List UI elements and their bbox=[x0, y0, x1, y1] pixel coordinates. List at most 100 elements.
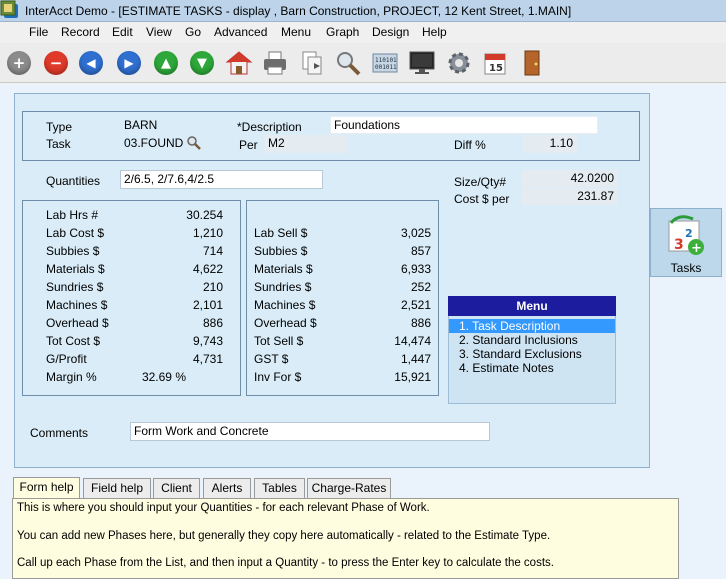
tasks-label: Tasks bbox=[670, 261, 702, 275]
title-bar: InterAcct Demo - [ESTIMATE TASKS - displ… bbox=[0, 0, 726, 22]
home-icon[interactable] bbox=[223, 47, 255, 79]
menu-bar bbox=[0, 22, 726, 42]
cost-label: Materials $ bbox=[46, 262, 105, 276]
menu-design[interactable]: Design bbox=[372, 25, 409, 39]
sell-value: 14,474 bbox=[394, 334, 431, 348]
task-label: Task bbox=[46, 137, 71, 151]
monitor-icon[interactable] bbox=[406, 47, 438, 79]
tab-form-help[interactable]: Form help bbox=[13, 477, 80, 499]
sell-label: Sundries $ bbox=[254, 280, 312, 294]
cost-label: Margin % bbox=[46, 370, 97, 384]
cost-label: Subbies $ bbox=[46, 244, 100, 258]
svg-text:2: 2 bbox=[685, 227, 693, 240]
cost-label: Lab Cost $ bbox=[46, 226, 105, 240]
cost-label: Sundries $ bbox=[46, 280, 104, 294]
binary-icon[interactable]: 110101 001011 bbox=[369, 47, 401, 79]
per-label: Per bbox=[239, 138, 258, 152]
menu-menu[interactable]: Menu bbox=[281, 25, 311, 39]
menu-record[interactable]: Record bbox=[61, 25, 100, 39]
svg-text:110101: 110101 bbox=[375, 57, 397, 64]
description-field[interactable]: Foundations bbox=[330, 116, 598, 134]
cost-label: Tot Cost $ bbox=[46, 334, 101, 348]
menu-item-standard-exclusions[interactable]: 3. Standard Exclusions bbox=[449, 347, 615, 361]
document-menu-icon[interactable] bbox=[0, 0, 16, 19]
sell-value: 2,521 bbox=[400, 298, 431, 312]
menu-item-estimate-notes[interactable]: 4. Estimate Notes bbox=[449, 361, 615, 375]
sell-label: Tot Sell $ bbox=[254, 334, 304, 348]
per-field[interactable]: M2 bbox=[264, 135, 348, 153]
size-qty-value: 42.0200 bbox=[522, 170, 618, 187]
tasks-icon: 2 3 + bbox=[665, 213, 709, 257]
menu-go[interactable]: Go bbox=[185, 25, 201, 39]
menu-item-task-description[interactable]: 1. Task Description bbox=[449, 319, 615, 333]
sell-value: 252 bbox=[410, 280, 431, 294]
add-icon[interactable]: + bbox=[3, 47, 35, 79]
quantities-field[interactable]: 2/6.5, 2/7.6,4/2.5 bbox=[120, 170, 323, 189]
sell-value: 857 bbox=[410, 244, 431, 258]
cost-value: 714 bbox=[202, 244, 223, 258]
task-lookup-icon[interactable] bbox=[186, 135, 202, 151]
cost-label: G/Profit bbox=[46, 352, 87, 366]
sell-label: Materials $ bbox=[254, 262, 313, 276]
cost-label: Machines $ bbox=[46, 298, 108, 312]
tab-alerts[interactable]: Alerts bbox=[203, 478, 251, 498]
description-label: *Description bbox=[237, 120, 302, 134]
menu-view[interactable]: View bbox=[146, 25, 172, 39]
help-text-line: Call up each Phase from the List, and th… bbox=[17, 557, 554, 569]
tab-client[interactable]: Client bbox=[153, 478, 200, 498]
menu-item-standard-inclusions[interactable]: 2. Standard Inclusions bbox=[449, 333, 615, 347]
tab-charge-rates[interactable]: Charge-Rates bbox=[307, 478, 391, 498]
menu-advanced[interactable]: Advanced bbox=[214, 25, 267, 39]
exit-door-icon[interactable] bbox=[516, 47, 548, 79]
cost-value: 30.254 bbox=[186, 208, 223, 222]
sell-value: 886 bbox=[410, 316, 431, 330]
size-qty-label: Size/Qty# bbox=[454, 175, 507, 189]
diff-field[interactable]: 1.10 bbox=[523, 135, 577, 153]
menu-help[interactable]: Help bbox=[422, 25, 447, 39]
cost-value: 32.69 % bbox=[141, 370, 186, 384]
copy-icon[interactable] bbox=[296, 47, 328, 79]
task-value[interactable]: 03.FOUND bbox=[124, 136, 183, 150]
down-icon[interactable]: ▼ bbox=[186, 47, 218, 79]
help-text-line: This is where you should input your Quan… bbox=[17, 502, 430, 514]
cost-label: Lab Hrs # bbox=[46, 208, 99, 222]
print-icon[interactable] bbox=[259, 47, 291, 79]
tab-tables[interactable]: Tables bbox=[254, 478, 305, 498]
comments-label: Comments bbox=[30, 426, 89, 440]
menu-title: Menu bbox=[448, 296, 616, 316]
menu-graph[interactable]: Graph bbox=[326, 25, 359, 39]
window-title: InterAcct Demo - [ESTIMATE TASKS - displ… bbox=[25, 4, 572, 18]
tasks-button[interactable]: 2 3 + Tasks bbox=[650, 208, 722, 277]
sell-label: Lab Sell $ bbox=[254, 226, 308, 240]
last-icon[interactable]: ▶ bbox=[113, 47, 145, 79]
sell-value: 6,933 bbox=[400, 262, 431, 276]
sell-label: Inv For $ bbox=[254, 370, 302, 384]
help-text-line: You can add new Phases here, but general… bbox=[17, 530, 551, 542]
svg-text:3: 3 bbox=[674, 237, 684, 253]
svg-text:+: + bbox=[691, 241, 702, 256]
cost-value: 4,622 bbox=[192, 262, 223, 276]
menu-file[interactable]: File bbox=[29, 25, 48, 39]
sell-label: Machines $ bbox=[254, 298, 316, 312]
sell-label: Subbies $ bbox=[254, 244, 308, 258]
gear-icon[interactable] bbox=[443, 47, 475, 79]
cost-label: Overhead $ bbox=[46, 316, 109, 330]
cost-value: 210 bbox=[202, 280, 223, 294]
cost-value: 2,101 bbox=[192, 298, 223, 312]
cost-value: 4,731 bbox=[192, 352, 223, 366]
up-icon[interactable]: ▲ bbox=[150, 47, 182, 79]
quantities-label: Quantities bbox=[46, 174, 101, 188]
first-icon[interactable]: ◀ bbox=[75, 47, 107, 79]
sell-label: GST $ bbox=[254, 352, 289, 366]
cost-per-value: 231.87 bbox=[522, 188, 618, 205]
delete-icon[interactable]: − bbox=[40, 47, 72, 79]
cost-value: 886 bbox=[202, 316, 223, 330]
tab-field-help[interactable]: Field help bbox=[83, 478, 151, 498]
menu-edit[interactable]: Edit bbox=[112, 25, 133, 39]
comments-field[interactable]: Form Work and Concrete bbox=[130, 422, 490, 441]
cost-value: 1,210 bbox=[192, 226, 223, 240]
type-value[interactable]: BARN bbox=[124, 118, 157, 132]
cost-per-label: Cost $ per bbox=[454, 192, 510, 206]
calendar-icon[interactable]: 15 bbox=[479, 47, 511, 79]
search-icon[interactable] bbox=[332, 47, 364, 79]
